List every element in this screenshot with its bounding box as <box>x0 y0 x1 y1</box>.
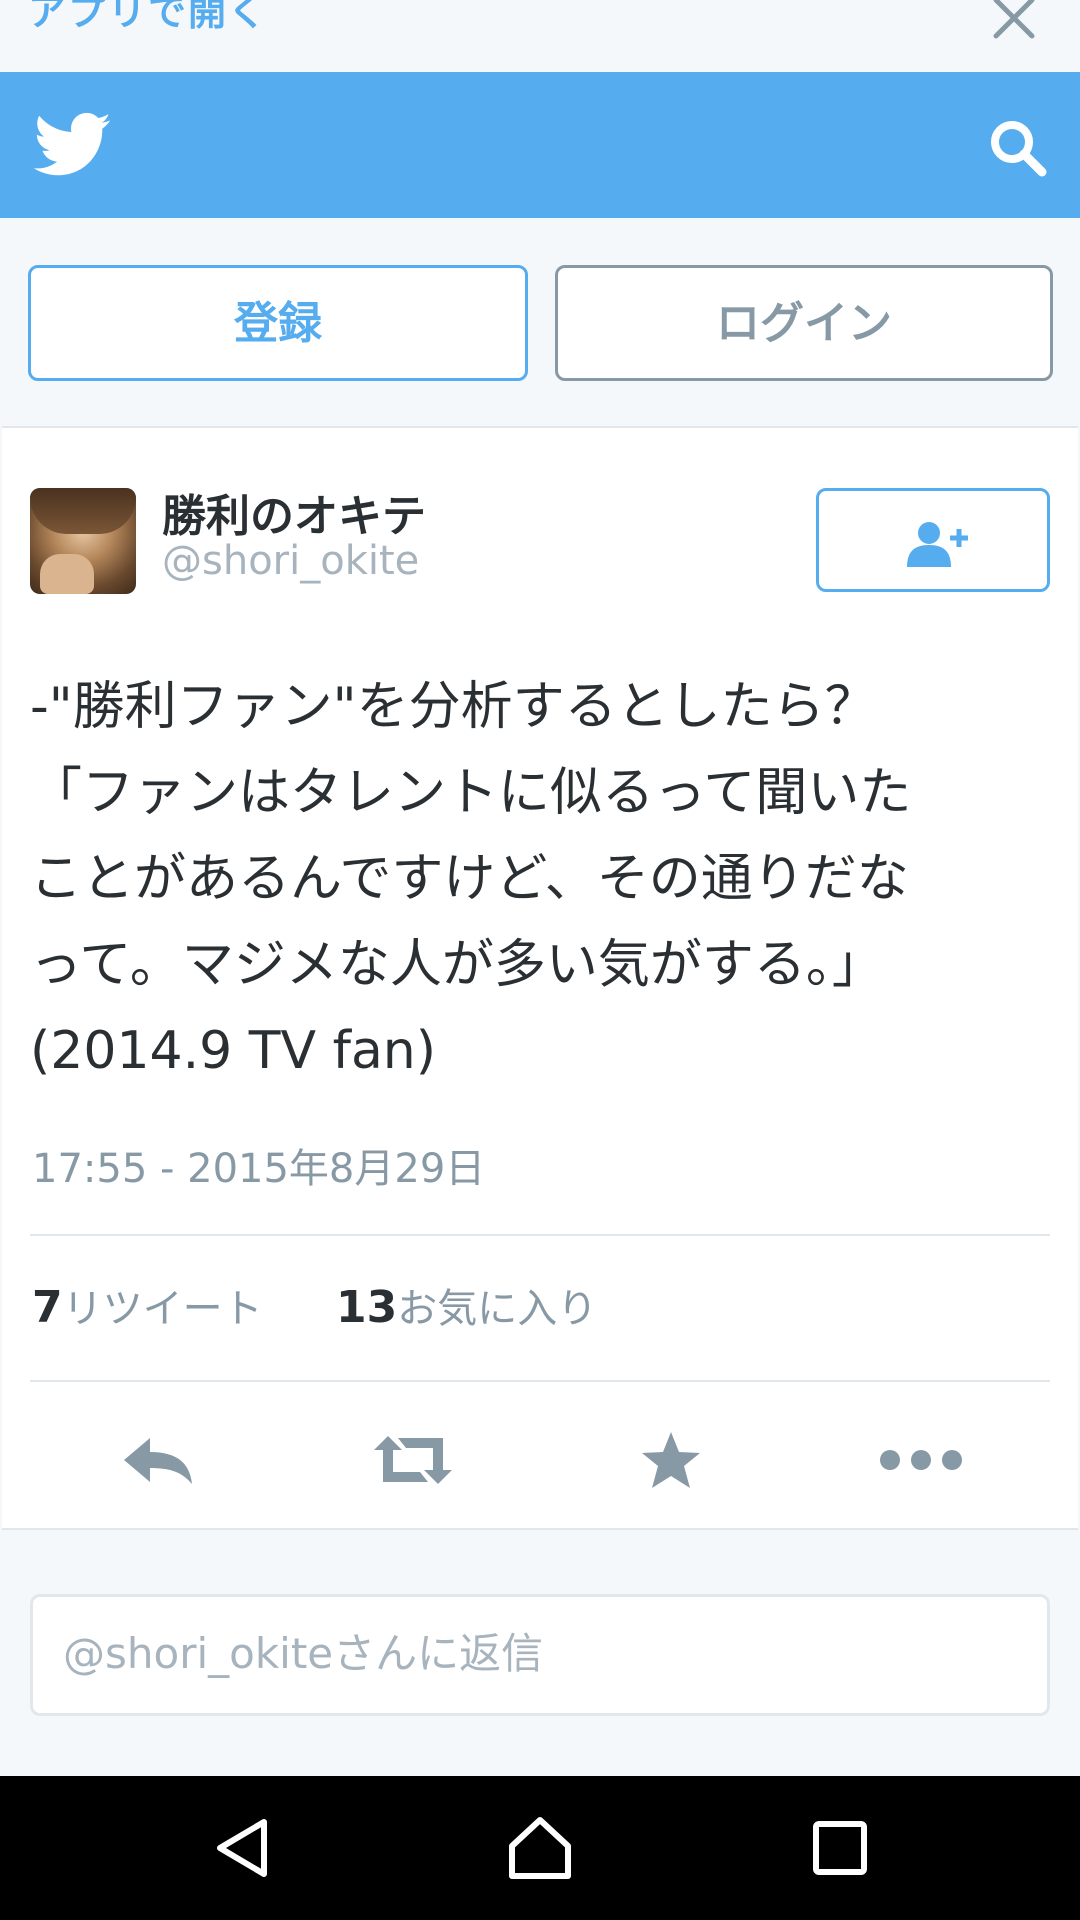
avatar-hair <box>30 488 136 534</box>
auth-bar: 登録 ログイン <box>0 218 1080 426</box>
retweet-stat[interactable]: 7リツイート <box>32 1276 263 1334</box>
tweet-timestamp[interactable]: 17:55 - 2015年8月29日 <box>32 1136 485 1194</box>
favorite-star-icon[interactable] <box>626 1428 716 1492</box>
login-button[interactable]: ログイン <box>555 265 1053 381</box>
nav-recents-icon[interactable] <box>804 1812 876 1884</box>
tweet-text: -"勝利ファン"を分析するとしたら？ 「ファンはタレントに似るって聞いた ことが… <box>30 677 912 1081</box>
favorite-count: 13 <box>336 1282 398 1333</box>
reply-icon[interactable] <box>114 1428 204 1492</box>
retweet-count: 7 <box>32 1282 63 1333</box>
user-handle[interactable]: @shori_okite <box>162 538 419 584</box>
avatar-hand <box>40 554 94 594</box>
header-bar <box>0 72 1080 218</box>
app-banner: アプリで開く <box>0 0 1080 72</box>
search-icon[interactable] <box>986 116 1050 180</box>
display-name[interactable]: 勝利のオキテ <box>162 480 426 544</box>
reply-area: @shori_okiteさんに返信 <box>0 1530 1080 1776</box>
divider <box>30 1234 1050 1236</box>
twitter-bird-icon[interactable] <box>34 112 112 178</box>
nav-back-icon[interactable] <box>206 1812 278 1884</box>
favorite-stat-label: お気に入り <box>397 1286 598 1332</box>
avatar[interactable] <box>30 488 136 594</box>
divider <box>30 1380 1050 1382</box>
nav-home-icon[interactable] <box>504 1812 576 1884</box>
follow-icon <box>907 522 968 567</box>
signup-button[interactable]: 登録 <box>28 265 528 381</box>
tweet-card: 勝利のオキテ @shori_okite -"勝利ファン"を分析するとしたら？ 「… <box>2 426 1078 1530</box>
follow-button[interactable] <box>816 488 1050 592</box>
reply-input[interactable]: @shori_okiteさんに返信 <box>30 1594 1050 1716</box>
tweet-actions <box>2 1418 1078 1498</box>
open-in-app-link[interactable]: アプリで開く <box>28 0 268 34</box>
retweet-icon[interactable] <box>368 1428 458 1492</box>
favorite-stat[interactable]: 13お気に入り <box>336 1276 597 1334</box>
retweet-stat-label: リツイート <box>62 1286 263 1332</box>
close-icon[interactable] <box>990 0 1038 42</box>
system-nav-bar <box>0 1776 1080 1920</box>
more-icon[interactable] <box>876 1428 966 1492</box>
